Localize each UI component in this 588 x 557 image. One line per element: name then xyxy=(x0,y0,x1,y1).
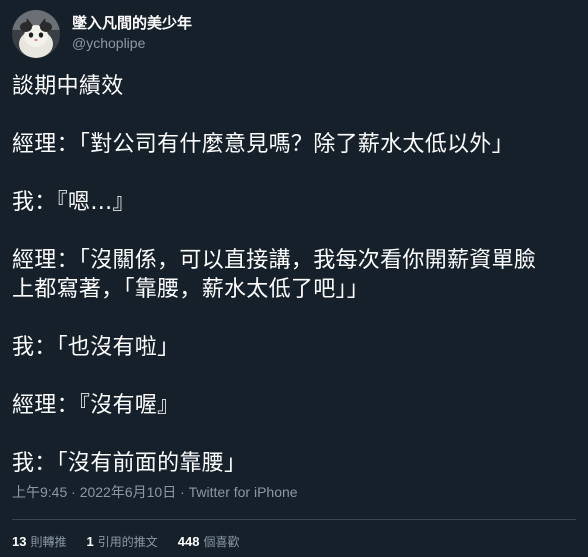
tweet-line: 經理：「對公司有什麼意見嗎？除了薪水太低以外」 xyxy=(12,132,514,157)
avatar[interactable] xyxy=(12,10,60,58)
author-names: 墜入凡間的美少年 @ychoplipe xyxy=(72,13,192,53)
username[interactable]: @ychoplipe xyxy=(72,33,192,53)
tweet-line: 我：『嗯…』 xyxy=(12,190,135,215)
retweets-label: 則轉推 xyxy=(30,535,67,549)
tweet-line: 經理：『沒有喔』 xyxy=(12,393,180,418)
likes-label: 個喜歡 xyxy=(203,535,240,549)
divider xyxy=(12,519,576,520)
tweet-timestamp[interactable]: 上午9:45 · 2022年6月10日 · Twitter for iPhone xyxy=(12,482,298,502)
cat-avatar-icon xyxy=(12,10,60,58)
quotes-stat[interactable]: 1 引用的推文 xyxy=(86,533,157,552)
tweet-header: 墜入凡間的美少年 @ychoplipe xyxy=(12,10,192,58)
tweet-line: 我：「沒有前面的靠腰」 xyxy=(12,451,247,476)
retweets-stat[interactable]: 13 則轉推 xyxy=(12,533,66,552)
tweet-line: 談期中績效 xyxy=(12,74,124,99)
tweet-stats: 13 則轉推 1 引用的推文 448 個喜歡 xyxy=(12,533,259,552)
retweets-count: 13 xyxy=(12,534,27,549)
display-name[interactable]: 墜入凡間的美少年 xyxy=(72,13,192,33)
likes-count: 448 xyxy=(177,534,200,549)
tweet-line: 我：「也沒有啦」 xyxy=(12,335,180,360)
tweet-text: 談期中績效 經理：「對公司有什麼意見嗎？除了薪水太低以外」 我：『嗯…』 經理：… xyxy=(12,72,576,478)
quotes-count: 1 xyxy=(86,534,94,549)
tweet-line: 經理：「沒關係，可以直接講，我每次看你開薪資單臉 xyxy=(12,248,537,273)
likes-stat[interactable]: 448 個喜歡 xyxy=(178,533,240,552)
tweet-card: 墜入凡間的美少年 @ychoplipe 談期中績效 經理：「對公司有什麼意見嗎？… xyxy=(0,0,588,557)
quotes-label: 引用的推文 xyxy=(97,535,158,549)
tweet-line: 上都寫著，「靠腰，薪水太低了吧」」 xyxy=(12,277,370,302)
